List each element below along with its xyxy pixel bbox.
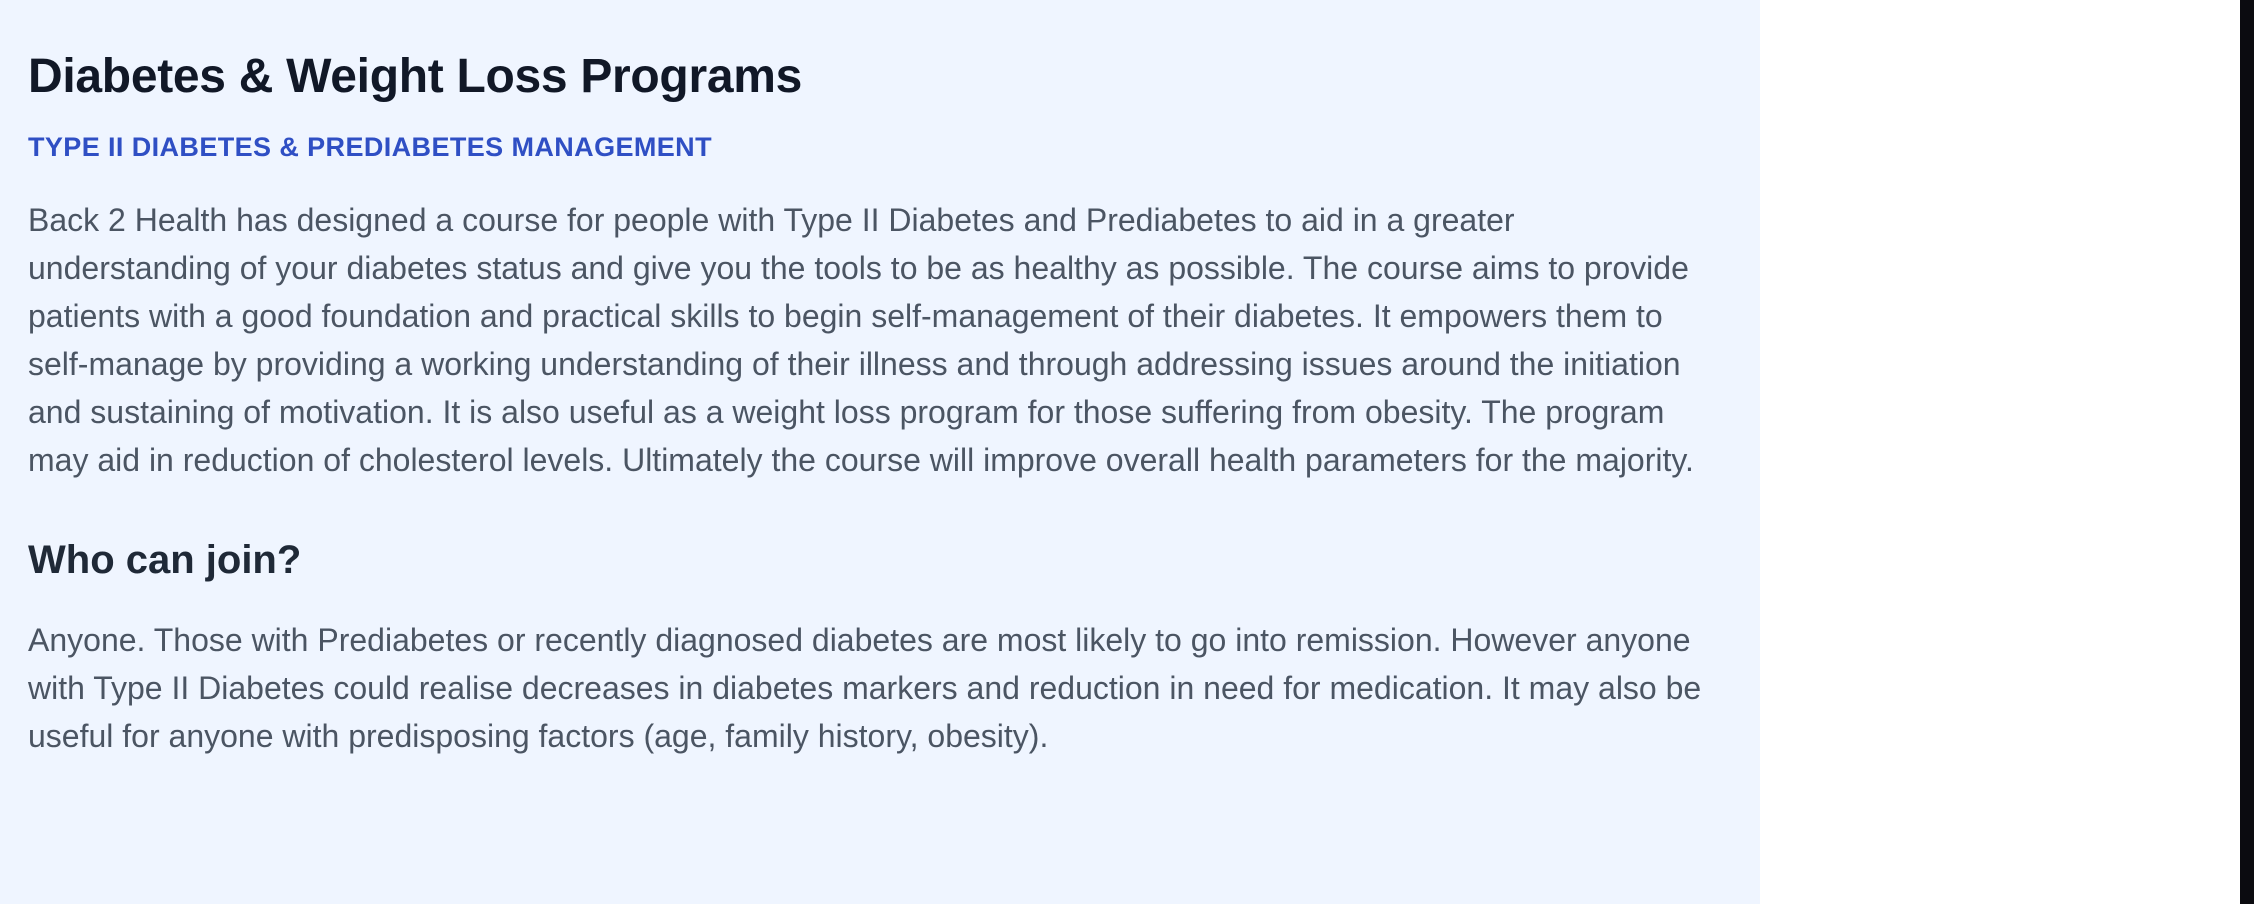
window-edge-bar xyxy=(2240,0,2254,904)
content-panel: Diabetes & Weight Loss Programs TYPE II … xyxy=(0,0,1760,904)
blank-side-area xyxy=(1760,0,2240,904)
who-can-join-heading: Who can join? xyxy=(28,538,302,582)
program-description: Back 2 Health has designed a course for … xyxy=(28,202,1694,478)
page-title: Diabetes & Weight Loss Programs xyxy=(28,50,803,103)
eligibility-description: Anyone. Those with Prediabetes or recent… xyxy=(28,622,1702,754)
program-subtitle: TYPE II DIABETES & PREDIABETES MANAGEMEN… xyxy=(28,132,712,162)
